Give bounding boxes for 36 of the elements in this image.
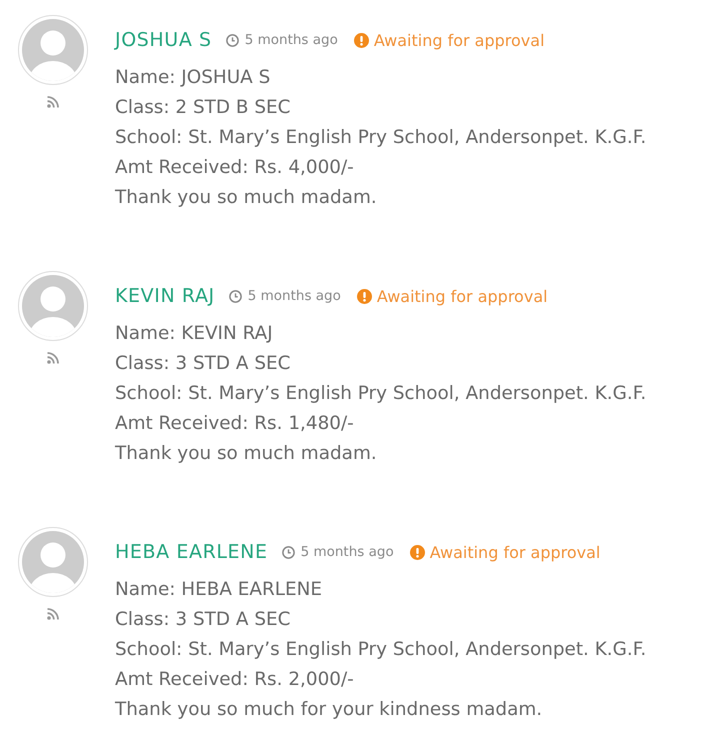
exclamation-icon <box>356 288 372 304</box>
rss-feed-icon[interactable] <box>47 352 59 364</box>
rss-feed-icon[interactable] <box>47 608 59 620</box>
clock-icon <box>228 290 242 302</box>
comment-line: Name: KEVIN RAJ <box>115 322 273 346</box>
comment-line: Name: JOSHUA S <box>115 66 270 90</box>
clock-icon <box>226 34 239 46</box>
avatar-placeholder-icon <box>18 15 88 85</box>
exclamation-icon <box>410 544 425 560</box>
avatar-placeholder-icon <box>18 527 88 597</box>
comment-line: Class: 3 STD A SEC <box>115 608 290 632</box>
comment-line: School: St. Mary’s English Pry School, Andersonpet. K.G.F. <box>115 638 646 662</box>
moderation-status: Awaiting for approval <box>430 542 600 562</box>
rss-feed-icon[interactable] <box>47 96 59 108</box>
avatar-placeholder-icon <box>18 271 88 341</box>
exclamation-icon <box>354 32 369 48</box>
comment-line: School: St. Mary’s English Pry School, Andersonpet. K.G.F. <box>115 382 646 406</box>
comment-time: 5 months ago <box>248 288 341 304</box>
comment-line: Name: HEBA EARLENE <box>115 578 322 602</box>
comment-author[interactable]: KEVIN RAJ <box>115 285 215 307</box>
comment-time: 5 months ago <box>300 544 394 560</box>
comment-line: Thank you so much madam. <box>115 186 377 210</box>
comment-line: Amt Received: Rs. 4,000/- <box>115 156 354 180</box>
comment-line: Class: 2 STD B SEC <box>115 96 290 120</box>
comment-author[interactable]: HEBA EARLENE <box>115 541 268 563</box>
comment-time: 5 months ago <box>244 32 338 48</box>
comment-line: Class: 3 STD A SEC <box>115 352 290 376</box>
comment-line: Thank you so much for your kindness madam. <box>115 698 542 722</box>
comment-line: Thank you so much madam. <box>115 442 377 466</box>
moderation-status: Awaiting for approval <box>374 30 545 50</box>
comment-line: School: St. Mary’s English Pry School, Andersonpet. K.G.F. <box>115 126 646 150</box>
moderation-status: Awaiting for approval <box>376 286 548 306</box>
comment-author[interactable]: JOSHUA S <box>115 29 212 51</box>
comment-line: Amt Received: Rs. 1,480/- <box>115 412 354 436</box>
clock-icon <box>282 546 295 558</box>
comment-line: Amt Received: Rs. 2,000/- <box>115 668 354 692</box>
